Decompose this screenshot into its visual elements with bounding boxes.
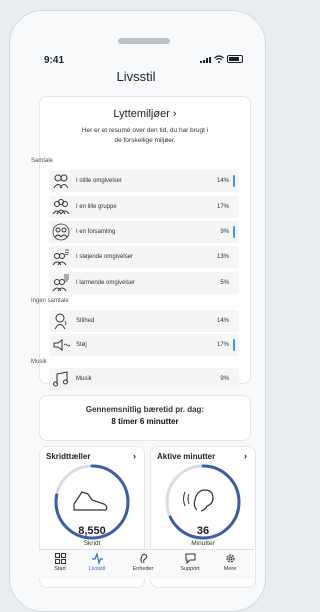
- env-row-quiet[interactable]: I stille omgivelser 14%: [49, 170, 239, 192]
- nav-support[interactable]: Support: [175, 553, 205, 572]
- env-label: Støj: [76, 342, 87, 348]
- env-label: I en lille gruppe: [76, 204, 117, 210]
- env-label: I larmende omgivelser: [76, 280, 136, 286]
- env-label: I stille omgivelser: [76, 178, 123, 184]
- average-wear-value: 8 timer 6 minutter: [111, 417, 179, 426]
- nav-enheder[interactable]: Enheder: [128, 553, 158, 572]
- nav-livsstil[interactable]: Livsstil: [82, 553, 112, 572]
- activity-icon: [91, 553, 103, 564]
- noisy-conversation-icon: [52, 249, 70, 266]
- quiet-conversation-icon: [53, 174, 69, 189]
- average-wear-title: Gennemsnitlig bæretid pr. dag:: [85, 405, 205, 414]
- env-row-noise[interactable]: Støj 17%: [49, 334, 239, 356]
- group-label-music: Musik: [31, 359, 47, 365]
- battery-icon: [227, 55, 243, 63]
- chevron-right-icon[interactable]: ›: [133, 451, 136, 461]
- env-row-loud[interactable]: I larmende omgivelser 5%: [49, 272, 239, 294]
- status-icons: [200, 55, 243, 63]
- nav-label: Mere: [223, 566, 237, 572]
- env-row-crowd[interactable]: I en forsamling 9%: [49, 221, 239, 243]
- signal-icon: [200, 57, 211, 63]
- shoe-icon: [73, 491, 108, 511]
- wifi-icon: [214, 55, 224, 63]
- env-pct: 14%: [216, 318, 229, 324]
- loud-conversation-icon: [52, 274, 69, 292]
- notch: [118, 38, 170, 44]
- selected-marker: [233, 339, 235, 351]
- step-count-unit: Skridt: [83, 540, 101, 547]
- music-icon: [53, 371, 68, 387]
- active-minutes-value: 36: [196, 525, 210, 537]
- hearing-aid-icon: [140, 553, 147, 564]
- nav-label: Start: [54, 566, 66, 572]
- nav-mere[interactable]: Mere: [215, 553, 245, 572]
- bottom-navigation: Start Livsstil Enheder Support Mere: [39, 549, 254, 579]
- small-group-icon: [52, 199, 70, 215]
- active-minutes-unit: Minutter: [191, 540, 215, 547]
- env-label: I støjende omgivelser: [76, 254, 134, 260]
- gear-icon: [225, 554, 235, 563]
- nav-label: Livsstil: [88, 566, 106, 572]
- step-count-value: 8,550: [78, 525, 106, 537]
- chevron-right-icon[interactable]: ›: [244, 451, 247, 461]
- env-label: Musik: [76, 376, 92, 382]
- average-wear-card: Gennemsnitlig bæretid pr. dag: 8 timer 6…: [39, 395, 251, 441]
- env-pct: 9%: [220, 376, 229, 382]
- env-pct: 9%: [220, 229, 229, 235]
- nav-label: Support: [180, 566, 200, 572]
- env-pct: 17%: [216, 204, 229, 210]
- group-label-conversation: Samtale: [31, 158, 54, 164]
- step-counter-title: Skridttæller: [46, 452, 91, 461]
- ear-icon: [183, 489, 214, 512]
- env-pct: 13%: [216, 254, 229, 260]
- silence-icon: [54, 313, 67, 330]
- env-row-small-group[interactable]: I en lille gruppe 17%: [49, 196, 239, 218]
- environments-title-link[interactable]: Lyttemiljøer ›: [40, 108, 250, 120]
- status-time: 9:41: [44, 55, 65, 66]
- group-label-no-conversation: Ingen samtale: [31, 298, 69, 304]
- nav-start[interactable]: Start: [45, 553, 75, 572]
- selected-marker: [233, 175, 235, 187]
- chat-icon: [185, 553, 195, 564]
- environments-subtitle: Her er et resumé over den tid, du har br…: [81, 127, 209, 144]
- env-pct: 14%: [216, 178, 229, 184]
- page-title: Livsstil: [116, 69, 156, 84]
- env-pct: 5%: [220, 280, 229, 286]
- env-row-music[interactable]: Musik 9%: [49, 368, 239, 390]
- crowd-icon: [52, 223, 70, 241]
- active-minutes-title: Aktive minutter: [157, 452, 216, 461]
- env-pct: 17%: [216, 342, 229, 348]
- noise-icon: [53, 339, 70, 351]
- env-label: Stilhed: [76, 318, 95, 324]
- env-label: I en forsamling: [76, 229, 116, 235]
- selected-marker: [233, 226, 235, 238]
- grid-icon: [54, 553, 66, 564]
- env-row-noisy[interactable]: I støjende omgivelser 13%: [49, 246, 239, 268]
- nav-label: Enheder: [132, 566, 154, 572]
- env-row-silence[interactable]: Stilhed 14%: [49, 310, 239, 332]
